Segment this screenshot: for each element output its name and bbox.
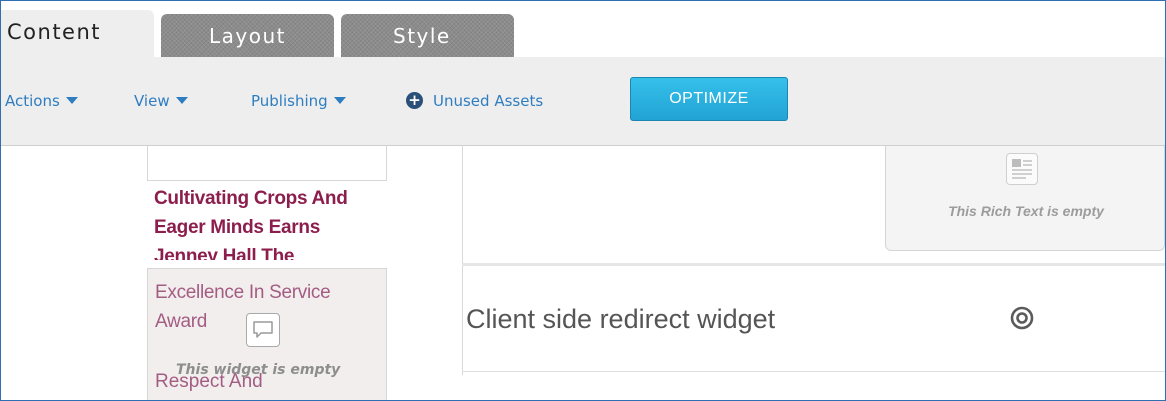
editor-frame: Content Layout Style Actions View Publis…: [0, 0, 1166, 401]
publishing-label: Publishing: [251, 92, 328, 110]
rich-text-icon: [1006, 153, 1038, 185]
tab-style[interactable]: Style: [341, 14, 514, 58]
caret-down-icon: [333, 97, 346, 104]
optimize-button[interactable]: OPTIMIZE: [630, 77, 788, 121]
caret-down-icon: [175, 97, 188, 104]
overlay-line: Excellence In Service: [155, 282, 331, 303]
unused-assets-link[interactable]: + Unused Assets: [406, 92, 543, 110]
caret-down-icon: [65, 97, 78, 104]
title-line: Eager Minds Earns: [154, 217, 320, 238]
view-menu[interactable]: View: [134, 92, 188, 110]
actions-menu[interactable]: Actions: [5, 92, 78, 110]
toolbar: Actions View Publishing + Unused Assets: [1, 57, 1165, 146]
unused-assets-label: Unused Assets: [433, 92, 544, 110]
title-line: Jenney Hall The: [154, 246, 295, 260]
tab-content[interactable]: Content: [1, 10, 154, 60]
page-canvas: Cultivating Crops And Eager Minds Earns …: [1, 146, 1165, 400]
divider: [462, 263, 1165, 266]
publishing-menu[interactable]: Publishing: [251, 92, 346, 110]
rich-text-empty-label: This Rich Text is empty: [948, 203, 1104, 219]
title-line: Cultivating Crops And: [154, 188, 348, 209]
target-icon[interactable]: [1010, 306, 1034, 330]
view-label: View: [134, 92, 170, 110]
article-title-link[interactable]: Cultivating Crops And Eager Minds Earns …: [154, 184, 394, 260]
empty-widget[interactable]: Excellence In Service Award This widget …: [147, 268, 387, 400]
speech-bubble-icon: [246, 313, 280, 347]
plus-circle-icon: +: [406, 92, 423, 109]
redirect-widget-label[interactable]: Client side redirect widget: [466, 304, 775, 335]
tab-layout[interactable]: Layout: [161, 14, 334, 58]
overlay-line: Respect And: [155, 371, 263, 392]
divider: [462, 371, 1165, 372]
actions-label: Actions: [5, 92, 60, 110]
left-column-box: [147, 146, 387, 181]
tab-bar: Content Layout Style: [1, 1, 1165, 60]
rich-text-widget[interactable]: This Rich Text is empty: [885, 146, 1165, 251]
